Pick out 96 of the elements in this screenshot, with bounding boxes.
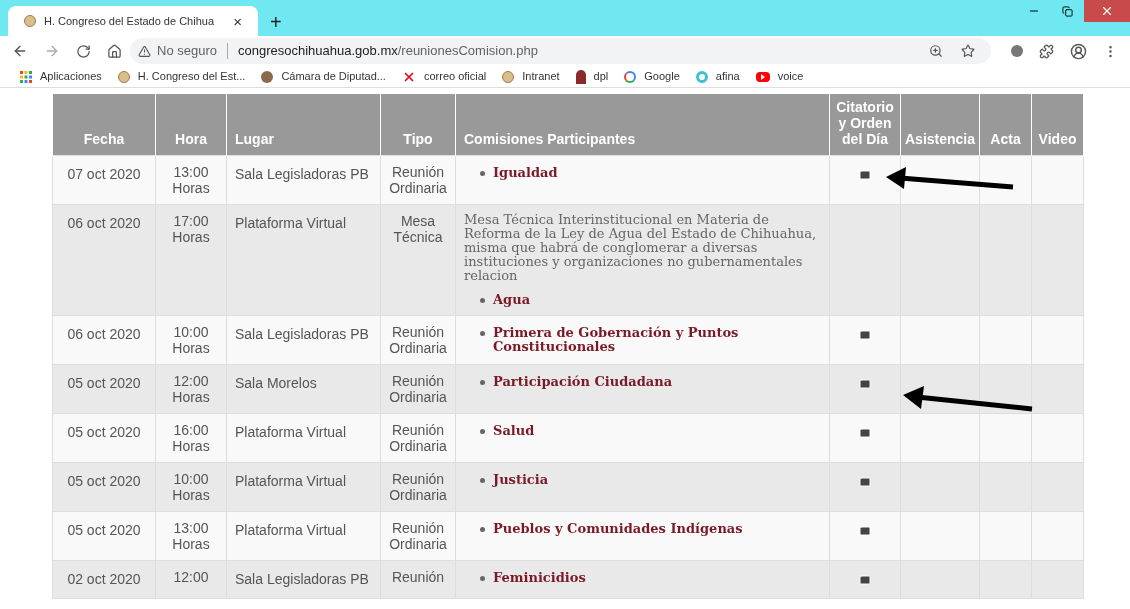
envelope-icon[interactable] <box>859 377 871 390</box>
place-cell: Plataforma Virtual <box>226 204 381 315</box>
profile-icon[interactable] <box>1070 42 1087 60</box>
date-cell: 05 oct 2020 <box>52 413 156 462</box>
loop-icon <box>695 70 708 83</box>
column-header: Tipo <box>380 94 456 155</box>
bookmark[interactable]: correo oficial <box>401 68 487 85</box>
place-cell: Sala Legisladoras PB <box>226 560 381 598</box>
restore-icon[interactable] <box>1062 5 1073 17</box>
crest-icon <box>117 70 130 83</box>
place-cell: Sala Legisladoras PB <box>226 315 381 364</box>
type-cell: Mesa Técnica <box>380 204 456 315</box>
close-icon <box>1100 4 1114 18</box>
back-icon[interactable] <box>12 43 28 59</box>
type-cell: Reunión Ordinaria <box>380 462 456 511</box>
star-icon[interactable] <box>961 44 975 58</box>
new-tab-button[interactable]: + <box>270 12 282 32</box>
envelope-icon[interactable] <box>859 426 871 439</box>
column-header: Lugar <box>226 94 381 155</box>
time-cell: 10:00 Horas <box>155 462 227 511</box>
security-label: No seguro <box>157 42 217 61</box>
time-cell: 12:00 <box>155 560 227 598</box>
time-cell: 13:00 Horas <box>155 511 227 560</box>
envelope-icon[interactable] <box>859 573 871 586</box>
column-header: Citatorio y Orden del Día <box>829 94 901 155</box>
bullet-icon <box>480 170 485 176</box>
address-bar[interactable]: No seguro congresochihuahua.gob.mx/reunionesComision.php <box>130 38 991 64</box>
time-cell: 17:00 Horas <box>155 204 227 315</box>
place-cell: Sala Morelos <box>226 364 381 413</box>
date-cell: 06 oct 2020 <box>52 315 156 364</box>
commission-link[interactable]: Feminicidios <box>493 568 586 585</box>
place-cell: Plataforma Virtual <box>226 511 381 560</box>
bullet-icon <box>480 526 485 532</box>
type-cell: Reunión Ordinaria <box>380 413 456 462</box>
bullet-icon <box>480 477 485 483</box>
tab-close-button[interactable]: × <box>233 13 242 29</box>
bookmark[interactable]: Aplicaciones <box>20 68 102 85</box>
browser-tab[interactable]: H. Congreso del Estado de Chihua × <box>8 6 258 36</box>
reload-icon[interactable] <box>76 43 91 59</box>
bookmark[interactable]: Cámara de Diputad... <box>261 68 386 85</box>
google-g-icon <box>624 70 637 83</box>
column-header: Video <box>1031 94 1084 155</box>
bookmark[interactable]: voice <box>755 68 804 85</box>
description-text: Mesa Técnica Interinstitucional en Materia de Reforma de la Ley de Agua del Estado de Chihuahua, misma que habrá de conglomerar a diversas instituciones y organizaciones no gubernamentales relacion <box>464 212 818 283</box>
time-cell: 16:00 Horas <box>155 413 227 462</box>
date-cell: 07 oct 2020 <box>52 155 156 204</box>
crest-icon <box>502 70 515 83</box>
date-cell: 05 oct 2020 <box>52 462 156 511</box>
date-cell: 06 oct 2020 <box>52 204 156 315</box>
commission-link[interactable]: Agua <box>493 290 531 307</box>
place-cell: Plataforma Virtual <box>226 413 381 462</box>
commission-link[interactable]: Igualdad <box>493 163 558 180</box>
type-cell: Reunión Ordinaria <box>380 315 456 364</box>
commission-link[interactable]: Justicia <box>493 470 549 487</box>
place-cell: Sala Legisladoras PB <box>226 155 381 204</box>
type-cell: Reunión Ordinaria <box>380 511 456 560</box>
crest-icon <box>24 15 36 27</box>
envelope-icon[interactable] <box>859 168 871 181</box>
type-cell: Reunión <box>380 560 456 598</box>
bookmark[interactable]: Google <box>624 68 680 85</box>
zoom-icon[interactable] <box>929 44 943 58</box>
column-header: Fecha <box>52 94 156 155</box>
home-icon[interactable] <box>107 43 122 59</box>
commission-link[interactable]: Salud <box>493 421 535 438</box>
bookmark[interactable]: dpl <box>575 68 609 85</box>
apps-grid-icon <box>20 70 32 83</box>
column-header: Asistencia <box>900 94 980 155</box>
time-cell: 13:00 Horas <box>155 155 227 204</box>
bullet-icon <box>480 330 485 336</box>
bullet-icon <box>480 575 485 581</box>
commission-link[interactable]: Participación Ciudadana <box>493 372 673 389</box>
bullet-icon <box>480 428 485 434</box>
date-cell: 02 oct 2020 <box>52 560 156 598</box>
time-cell: 10:00 Horas <box>155 315 227 364</box>
url-text: congresochihuahua.gob.mx/reunionesComision.php <box>238 42 538 61</box>
bookmark[interactable]: H. Congreso del Est... <box>117 68 246 85</box>
bullet-icon <box>480 379 485 385</box>
place-cell: Plataforma Virtual <box>226 462 381 511</box>
date-cell: 05 oct 2020 <box>52 511 156 560</box>
play-icon <box>755 71 770 82</box>
envelope-icon[interactable] <box>859 524 871 537</box>
envelope-icon[interactable] <box>859 475 871 488</box>
warning-icon <box>138 44 151 58</box>
column-header: Acta <box>979 94 1032 155</box>
time-cell: 12:00 Horas <box>155 364 227 413</box>
bookmark[interactable]: Intranet <box>502 68 560 85</box>
type-cell: Reunión Ordinaria <box>380 155 456 204</box>
tab-title: H. Congreso del Estado de Chihua <box>44 13 215 29</box>
date-cell: 05 oct 2020 <box>52 364 156 413</box>
bookmark[interactable]: afina <box>695 68 740 85</box>
column-header: Hora <box>155 94 227 155</box>
bullet-icon <box>480 297 485 303</box>
extensions-icon[interactable] <box>1039 43 1054 59</box>
column-header: Comisiones Participantes <box>455 94 830 155</box>
envelope-icon[interactable] <box>859 328 871 341</box>
type-cell: Reunión Ordinaria <box>380 364 456 413</box>
